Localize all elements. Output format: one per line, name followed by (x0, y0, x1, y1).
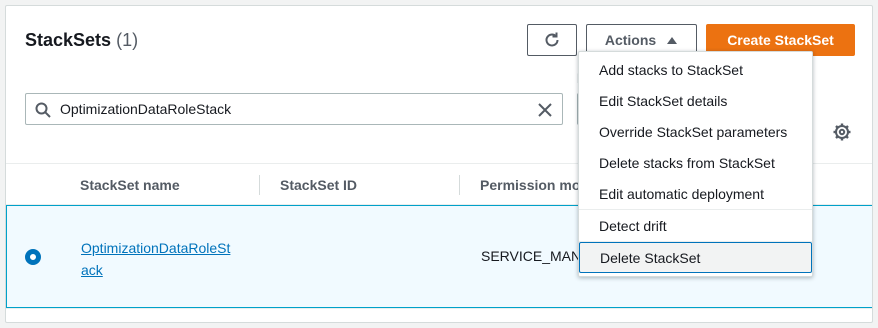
gear-icon[interactable] (832, 122, 852, 142)
search-icon (35, 102, 51, 118)
title-text: StackSets (25, 30, 112, 50)
menu-item-override-parameters[interactable]: Override StackSet parameters (579, 116, 812, 147)
page-title: StackSets (1) (25, 30, 138, 51)
stackset-name-line1: OptimizationDataRoleSt (81, 240, 231, 256)
caret-up-icon (667, 37, 678, 44)
column-header-id[interactable]: StackSet ID (280, 177, 357, 193)
search-value: OptimizationDataRoleStack (60, 101, 232, 117)
menu-item-edit-details[interactable]: Edit StackSet details (579, 85, 812, 116)
stackset-name-line2: ack (81, 262, 103, 278)
column-header-permission[interactable]: Permission mod (480, 177, 589, 193)
actions-label: Actions (604, 32, 657, 48)
menu-item-add-stacks[interactable]: Add stacks to StackSet (579, 54, 812, 85)
menu-item-delete-stacks[interactable]: Delete stacks from StackSet (579, 147, 812, 178)
search-input[interactable]: OptimizationDataRoleStack (25, 93, 563, 125)
refresh-button[interactable] (527, 24, 577, 56)
actions-dropdown-menu: Add stacks to StackSet Edit StackSet det… (578, 51, 813, 277)
row-radio-selected[interactable] (25, 249, 41, 265)
close-icon[interactable] (537, 102, 553, 118)
column-header-name[interactable]: StackSet name (80, 177, 180, 193)
stackset-name-link[interactable]: OptimizationDataRoleSt ack (81, 237, 251, 281)
menu-item-detect-drift[interactable]: Detect drift (579, 210, 812, 241)
menu-item-delete-stackset[interactable]: Delete StackSet (579, 242, 812, 273)
column-divider[interactable] (259, 175, 260, 195)
stackset-count: (1) (116, 30, 139, 50)
divider (6, 308, 872, 309)
menu-item-edit-auto-deployment[interactable]: Edit automatic deployment (579, 178, 812, 209)
refresh-icon (545, 32, 559, 47)
column-divider[interactable] (459, 175, 460, 195)
